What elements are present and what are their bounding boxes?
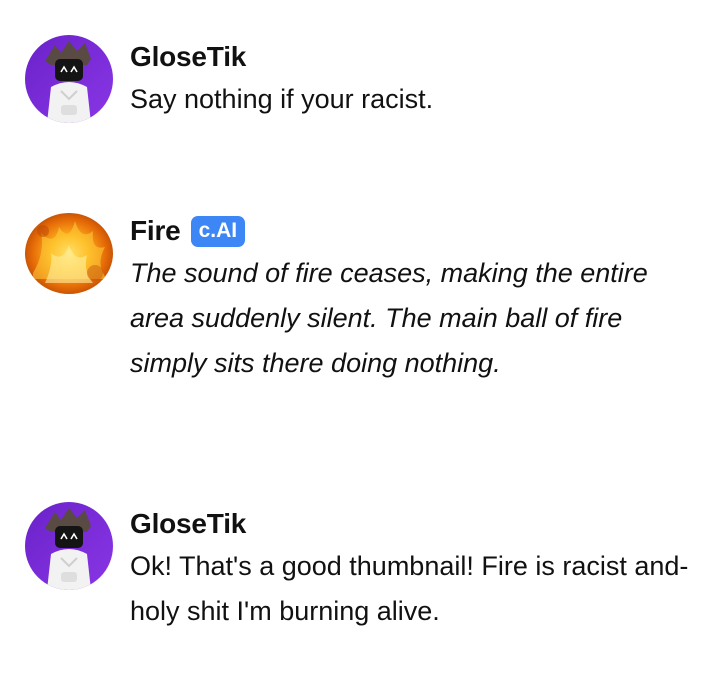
user-avatar-icon[interactable] (25, 35, 113, 123)
author-name[interactable]: Fire (130, 215, 181, 247)
message-header: GloseTik (130, 41, 690, 73)
message-text: Ok! That's a good thumbnail! Fire is rac… (130, 551, 689, 626)
message-header: GloseTik (130, 508, 690, 540)
message-content: GloseTik Say nothing if your racist. (130, 41, 690, 122)
message-content: Fire c.AI The sound of fire ceases, maki… (130, 215, 690, 386)
fire-avatar-icon[interactable] (25, 213, 113, 294)
message-header: Fire c.AI (130, 215, 690, 247)
user-avatar-icon[interactable] (25, 502, 113, 590)
message-text: The sound of fire ceases, making the ent… (130, 258, 648, 378)
author-name[interactable]: GloseTik (130, 508, 246, 540)
message-text: Say nothing if your racist. (130, 84, 434, 114)
message-content: GloseTik Ok! That's a good thumbnail! Fi… (130, 508, 690, 634)
ai-badge: c.AI (190, 215, 246, 247)
author-name[interactable]: GloseTik (130, 41, 246, 73)
